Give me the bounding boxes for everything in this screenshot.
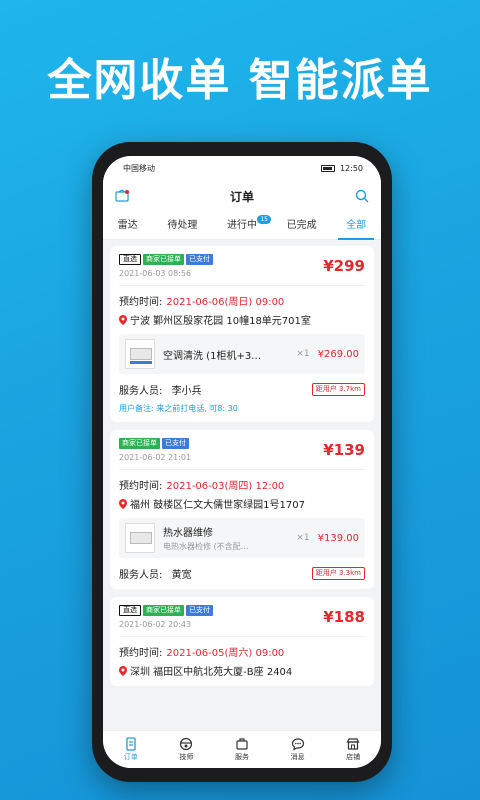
product-name: 空调清洗 (1柜机+3…	[163, 350, 262, 362]
appointment-label: 预约时间:	[119, 648, 163, 659]
staff-row: 服务人员: 黄宽 距用户 3.3km	[119, 566, 365, 581]
paid-tag: 已支付	[162, 438, 189, 449]
staff-label: 服务人员:	[119, 570, 163, 581]
search-icon[interactable]	[355, 189, 369, 203]
divider	[119, 636, 365, 637]
address-text: 宁波 鄞州区殷家花园 10幢18单元701室	[130, 316, 311, 327]
accepted-tag: 商家已接单	[119, 438, 160, 449]
tab-completed[interactable]: 已完成	[283, 212, 321, 240]
bottom-nav-label: 服务	[234, 753, 249, 761]
order-card[interactable]: 直选 商家已接单 已支付 2021-06-03 08:56 ¥299 预约时间:…	[110, 246, 374, 422]
nav-bar: 订单	[103, 180, 381, 212]
promo-headline: 全网收单 智能派单	[47, 55, 433, 106]
order-date: 2021-06-02 20:43	[119, 620, 192, 629]
product-thumbnail	[125, 339, 155, 369]
bottom-nav-service[interactable]: 服务	[235, 737, 249, 762]
order-date: 2021-06-02 21:01	[119, 453, 192, 462]
battery-icon	[320, 164, 335, 172]
bottom-nav-label: 消息	[290, 753, 305, 761]
tab-all[interactable]: 全部	[338, 212, 375, 240]
product-name: 热水器维修	[163, 528, 213, 539]
address-row: 福州 鼓楼区仁文大儒世家绿园1号1707	[119, 496, 365, 511]
store-icon	[346, 738, 360, 750]
clock: 12:50	[339, 163, 363, 173]
carrier-label: 中国移动	[123, 163, 155, 173]
appointment-time: 2021-06-03(周四) 12:00	[166, 481, 285, 492]
product-qty: ×1	[296, 349, 310, 359]
bottom-nav-label: 技师	[179, 753, 194, 761]
product-thumbnail	[125, 523, 155, 553]
message-icon	[291, 738, 304, 751]
order-price: ¥139	[323, 441, 365, 459]
bottom-nav-orders[interactable]: 订单	[124, 737, 138, 762]
order-list: 直选 商家已接单 已支付 2021-06-03 08:56 ¥299 预约时间:…	[103, 240, 381, 686]
bottom-nav-label: 订单	[123, 753, 138, 761]
product-item[interactable]: 热水器维修 电热水器检修 (不含配… ×1 ¥139.00	[119, 518, 365, 558]
location-pin-icon	[119, 314, 127, 325]
tab-radar[interactable]: 雷达	[114, 212, 142, 240]
order-icon	[126, 737, 136, 751]
address-row: 深圳 福田区中航北苑大厦-B座 2404	[119, 663, 365, 678]
product-price: ¥139.00	[317, 532, 359, 544]
order-price: ¥299	[323, 257, 365, 275]
order-tags: 直选 商家已接单 已支付	[119, 254, 213, 265]
address-text: 深圳 福田区中航北苑大厦-B座 2404	[130, 667, 293, 678]
appointment-row: 预约时间: 2021-06-03(周四) 12:00	[119, 477, 365, 492]
appointment-row: 预约时间: 2021-06-06(周日) 09:00	[119, 293, 365, 308]
order-date: 2021-06-03 08:56	[119, 269, 192, 278]
bottom-nav-message[interactable]: 消息	[291, 737, 305, 762]
order-tags: 直选 商家已接单 已支付	[119, 605, 213, 616]
divider	[119, 469, 365, 470]
staff-row: 服务人员: 李小兵 距用户 3.7km	[119, 382, 365, 397]
user-note: 用户备注: 来之前打电话, 可8: 30	[119, 404, 238, 413]
tab-in-progress[interactable]: 进行中 15	[223, 212, 271, 240]
product-subtitle: 电热水器检修 (不含配…	[163, 542, 249, 551]
order-tags: 商家已接单 已支付	[119, 438, 191, 449]
paid-tag: 已支付	[186, 605, 213, 616]
appointment-time: 2021-06-06(周日) 09:00	[166, 297, 285, 308]
product-price: ¥269.00	[317, 348, 359, 360]
appointment-label: 预约时间:	[119, 297, 163, 308]
location-pin-icon	[119, 498, 127, 509]
product-qty: ×1	[296, 533, 310, 543]
product-item[interactable]: 空调清洗 (1柜机+3… ×1 ¥269.00	[119, 334, 365, 374]
technician-icon	[180, 737, 193, 751]
phone-frame: 中国移动 12:50 订单 雷达 待处理 进行中 15 已完成 全部 直选 商家…	[92, 142, 392, 782]
appointment-label: 预约时间:	[119, 481, 163, 492]
order-card[interactable]: 商家已接单 已支付 2021-06-02 21:01 ¥139 预约时间: 20…	[110, 430, 374, 589]
location-pin-icon	[119, 665, 127, 676]
order-tabs: 雷达 待处理 进行中 15 已完成 全部	[103, 212, 381, 240]
accepted-tag: 商家已接单	[143, 254, 184, 265]
service-icon	[236, 738, 248, 750]
bottom-nav-store[interactable]: 店铺	[346, 737, 360, 762]
staff-name: 黄宽	[171, 570, 192, 581]
address-row: 宁波 鄞州区殷家花园 10幢18单元701室	[119, 312, 365, 327]
distance-badge: 距用户 3.7km	[311, 383, 365, 396]
appointment-time: 2021-06-05(周六) 09:00	[166, 648, 285, 659]
in-progress-count-badge: 15	[257, 214, 271, 224]
page-title: 订单	[229, 189, 254, 204]
tab-pending[interactable]: 待处理	[163, 212, 201, 240]
staff-name: 李小兵	[171, 386, 202, 397]
staff-label: 服务人员:	[119, 386, 163, 397]
direct-tag: 直选	[119, 605, 141, 616]
bottom-nav-technician[interactable]: 技师	[179, 737, 193, 762]
order-price: ¥188	[323, 608, 365, 626]
phone-screen: 中国移动 12:50 订单 雷达 待处理 进行中 15 已完成 全部 直选 商家…	[103, 156, 381, 768]
announcement-icon[interactable]	[115, 189, 129, 203]
appointment-row: 预约时间: 2021-06-05(周六) 09:00	[119, 644, 365, 659]
bottom-nav: 订单 技师 服务 消息 店铺	[103, 730, 381, 768]
accepted-tag: 商家已接单	[143, 605, 184, 616]
direct-tag: 直选	[119, 254, 141, 265]
address-text: 福州 鼓楼区仁文大儒世家绿园1号1707	[130, 500, 305, 511]
divider	[119, 285, 365, 286]
paid-tag: 已支付	[186, 254, 213, 265]
order-card[interactable]: 直选 商家已接单 已支付 2021-06-02 20:43 ¥188 预约时间:…	[110, 597, 374, 686]
distance-badge: 距用户 3.3km	[311, 567, 365, 580]
bottom-nav-label: 店铺	[346, 753, 361, 761]
status-bar: 中国移动 12:50	[103, 156, 381, 180]
